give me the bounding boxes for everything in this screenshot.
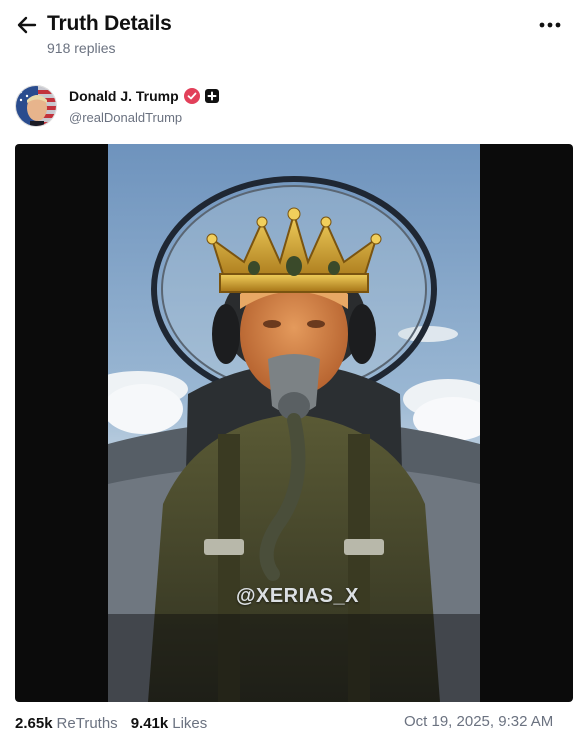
likes-count[interactable]: 9.41k (131, 715, 169, 732)
likes-label[interactable]: Likes (172, 715, 207, 732)
post-media[interactable]: @XERIAS_X (15, 144, 573, 702)
avatar[interactable] (15, 85, 57, 127)
plus-badge-icon (205, 89, 219, 103)
arrow-left-icon (17, 16, 37, 34)
retruths-label[interactable]: ReTruths (57, 715, 118, 732)
back-button[interactable] (14, 12, 40, 38)
watermark: @XERIAS_X (236, 585, 359, 607)
post-author: Donald J. Trump @realDonaldTrump (0, 80, 588, 132)
more-options-button[interactable] (536, 14, 564, 36)
post-timestamp: Oct 19, 2025, 9:32 AM (404, 713, 554, 730)
retruths-count[interactable]: 2.65k (15, 715, 53, 732)
author-handle[interactable]: @realDonaldTrump (69, 110, 182, 125)
replies-count[interactable]: 918 replies (47, 40, 116, 56)
page-header: Truth Details 918 replies (0, 0, 588, 70)
verified-badge-icon (184, 88, 200, 104)
page-title: Truth Details (47, 12, 172, 35)
post-image: @XERIAS_X (108, 144, 480, 702)
post-stats: 2.65k ReTruths 9.41k Likes (15, 712, 220, 734)
ellipsis-icon (539, 22, 561, 28)
author-name[interactable]: Donald J. Trump (69, 88, 179, 104)
